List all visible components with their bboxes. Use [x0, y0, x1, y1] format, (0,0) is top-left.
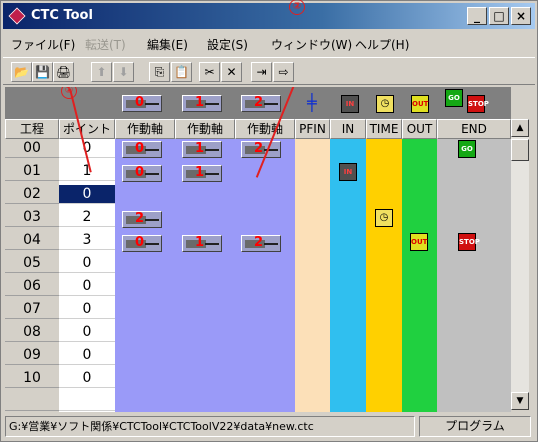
stop-icon-row-04[interactable]: STOP: [458, 233, 480, 251]
scroll-up-button[interactable]: ▲: [511, 119, 529, 137]
header-out: OUT: [402, 119, 437, 139]
point-cell[interactable]: 3: [59, 231, 115, 250]
end-column[interactable]: [437, 139, 511, 412]
timer-icon-row-03[interactable]: ◷: [375, 209, 393, 227]
append-row-icon[interactable]: ⇨: [273, 62, 294, 82]
step-cell: 10: [5, 369, 59, 388]
menu-settings[interactable]: 設定(S): [207, 36, 248, 53]
pfin-column[interactable]: [295, 139, 330, 412]
program-grid: 0 1 2 ╪ IN ◷ OUT GO STOP 工程 ポイント 作動軸 作動軸…: [5, 87, 511, 412]
header-time: TIME: [366, 119, 402, 139]
step-cell: 04: [5, 231, 59, 250]
scroll-thumb[interactable]: [511, 139, 529, 161]
status-mode: プログラム: [419, 416, 531, 437]
save-icon[interactable]: 💾: [32, 62, 53, 82]
header-point: ポイント: [59, 119, 115, 139]
delete-icon[interactable]: ✕: [221, 62, 242, 82]
menu-window[interactable]: ウィンドウ(W): [271, 36, 352, 53]
axis-0-palette-icon[interactable]: 0: [122, 95, 162, 112]
point-cell[interactable]: 0: [59, 185, 115, 204]
axis-2-palette-icon[interactable]: 2: [241, 95, 281, 112]
step-cell: 07: [5, 300, 59, 319]
go-icon-row-00[interactable]: GO: [458, 140, 476, 158]
cell-axis-0-row-01[interactable]: 0: [122, 165, 162, 182]
minimize-button[interactable]: _: [467, 7, 487, 25]
copy-icon[interactable]: ⎘: [149, 62, 170, 82]
point-cell[interactable]: 2: [59, 208, 115, 227]
out-column[interactable]: [402, 139, 437, 412]
point-cell[interactable]: 0: [59, 277, 115, 296]
menu-help[interactable]: ヘルプ(H): [355, 36, 409, 53]
cell-axis-0-row-00[interactable]: 0: [122, 141, 162, 158]
app-icon: [8, 7, 26, 25]
header-step: 工程: [5, 119, 59, 139]
step-cell: 03: [5, 208, 59, 227]
axis-1-palette-icon[interactable]: 1: [182, 95, 222, 112]
cell-axis-2-row-04[interactable]: 2: [241, 235, 281, 252]
header-axis-1: 作動軸: [175, 119, 235, 139]
step-cell: 05: [5, 254, 59, 273]
cell-axis-1-row-04[interactable]: 1: [182, 235, 222, 252]
vertical-scrollbar[interactable]: ▲ ▼: [511, 119, 529, 410]
go-palette-icon[interactable]: GO: [445, 89, 463, 107]
pfin-palette-icon[interactable]: ╪: [307, 93, 317, 112]
cell-axis-2-row-03[interactable]: 2: [122, 211, 162, 228]
status-file-path: G:¥営業¥ソフト関係¥CTCTool¥CTCToolV22¥data¥new.…: [5, 416, 415, 437]
header-pfin: PFIN: [295, 119, 330, 139]
out-icon-row-04[interactable]: OUT: [410, 233, 428, 251]
header-axis-2: 作動軸: [235, 119, 295, 139]
step-cell: 06: [5, 277, 59, 296]
move-down-icon[interactable]: ⬇: [113, 62, 134, 82]
point-cell[interactable]: 0: [59, 369, 115, 388]
cell-axis-0-row-04[interactable]: 0: [122, 235, 162, 252]
cell-axis-2-row-00[interactable]: 2: [241, 141, 281, 158]
header-axis-0: 作動軸: [115, 119, 175, 139]
toolbar: 📂 💾 🖨 ⬆ ⬇ ⎘ 📋 ✂ ✕ ⇥ ⇨: [3, 57, 535, 85]
move-up-icon[interactable]: ⬆: [91, 62, 112, 82]
insert-row-icon[interactable]: ⇥: [251, 62, 272, 82]
menu-file[interactable]: ファイル(F): [11, 36, 75, 53]
cell-axis-1-row-01[interactable]: 1: [182, 165, 222, 182]
cut-icon[interactable]: ✂: [199, 62, 220, 82]
close-button[interactable]: ×: [511, 7, 531, 25]
step-cell: [5, 392, 59, 411]
paste-icon[interactable]: 📋: [171, 62, 192, 82]
status-bar: G:¥営業¥ソフト関係¥CTCTool¥CTCToolV22¥data¥new.…: [3, 414, 535, 439]
cell-axis-1-row-00[interactable]: 1: [182, 141, 222, 158]
time-column[interactable]: [366, 139, 402, 412]
header-end: END: [437, 119, 511, 139]
point-cell[interactable]: 0: [59, 346, 115, 365]
title-bar[interactable]: CTC Tool _ □ ×: [3, 3, 535, 29]
step-cell: 01: [5, 162, 59, 181]
header-in: IN: [330, 119, 366, 139]
window-title: CTC Tool: [31, 8, 93, 23]
menu-edit[interactable]: 編集(E): [147, 36, 188, 53]
command-palette: 0 1 2 ╪ IN ◷ OUT GO STOP: [5, 87, 511, 119]
ctc-tool-window: CTC Tool _ □ × ファイル(F) 転送(T) 編集(E) 設定(S)…: [0, 0, 538, 442]
scroll-down-button[interactable]: ▼: [511, 392, 529, 410]
step-cell: 02: [5, 185, 59, 204]
point-cell[interactable]: 0: [59, 254, 115, 273]
in-icon-row-01[interactable]: IN: [339, 163, 357, 181]
point-cell[interactable]: 0: [59, 323, 115, 342]
step-cell: 00: [5, 139, 59, 158]
point-cell[interactable]: [59, 392, 115, 411]
open-icon[interactable]: 📂: [11, 62, 32, 82]
menu-transfer: 転送(T): [85, 38, 126, 52]
maximize-button[interactable]: □: [489, 7, 509, 25]
menu-bar: ファイル(F) 転送(T) 編集(E) 設定(S) ウィンドウ(W) ヘルプ(H…: [3, 31, 535, 55]
timer-palette-icon[interactable]: ◷: [376, 95, 394, 113]
in-palette-icon[interactable]: IN: [341, 95, 359, 113]
point-cell[interactable]: 0: [59, 300, 115, 319]
stop-palette-icon[interactable]: STOP: [467, 95, 489, 113]
step-cell: 08: [5, 323, 59, 342]
step-cell: 09: [5, 346, 59, 365]
out-palette-icon[interactable]: OUT: [411, 95, 429, 113]
print-icon[interactable]: 🖨: [53, 62, 74, 82]
